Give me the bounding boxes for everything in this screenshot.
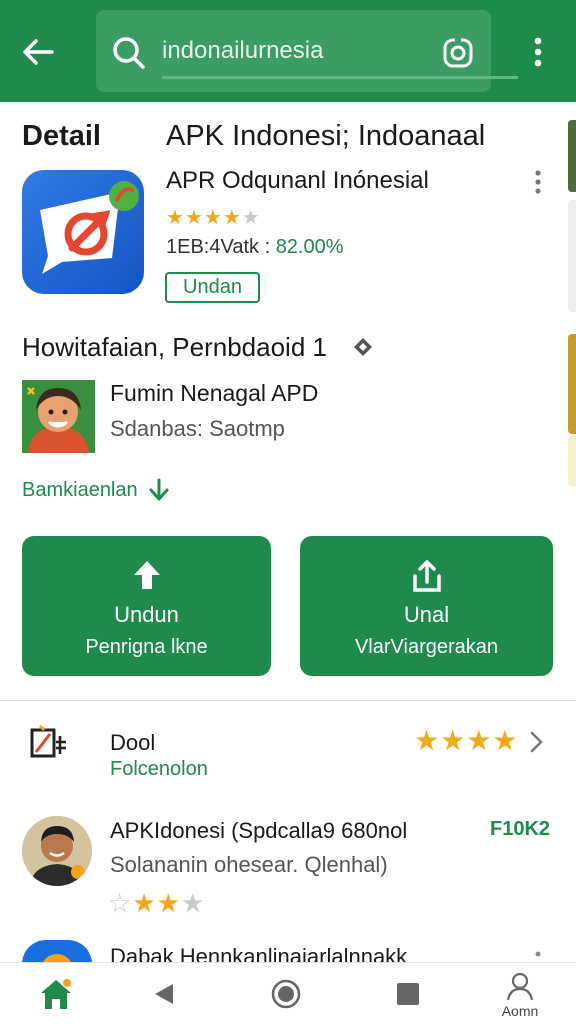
nav-back-button[interactable] xyxy=(128,963,200,1024)
star-icon: ★ xyxy=(166,207,185,229)
search-bar[interactable] xyxy=(96,10,518,92)
list-item-subtitle: Solananin ohesear. Qlenhal) xyxy=(110,852,388,877)
side-card-peek xyxy=(568,436,576,486)
list-item-rating-stars: ★★★★ xyxy=(414,724,518,757)
home-icon xyxy=(41,979,71,1009)
bottom-navigation-bar: Aomn xyxy=(0,962,576,1024)
home-circle-icon xyxy=(271,979,301,1009)
account-icon xyxy=(506,972,534,1001)
share-action-label: Unal xyxy=(403,602,450,627)
primary-action-label: Undun xyxy=(114,602,179,627)
star-icon: ★ xyxy=(440,725,467,756)
chevron-right-icon[interactable] xyxy=(528,730,544,754)
app-stats-value: 82.00% xyxy=(275,236,344,258)
star-icon: ★ xyxy=(222,207,242,229)
app-icon[interactable] xyxy=(22,170,144,294)
star-empty-icon: ★ xyxy=(180,888,206,918)
overflow-menu-button[interactable] xyxy=(522,30,554,74)
side-card-peek xyxy=(568,200,576,312)
star-icon: ★ xyxy=(156,888,181,918)
download-arrow-icon xyxy=(149,478,169,501)
star-icon: ★ xyxy=(184,207,204,229)
nav-home-circle-button[interactable] xyxy=(250,963,322,1024)
back-button[interactable] xyxy=(16,30,60,74)
share-action-button[interactable]: Unal VlarViargerakan xyxy=(300,536,553,676)
list-item-badge: F10K2 xyxy=(490,818,551,840)
tools-icon[interactable] xyxy=(26,722,80,766)
app-rating-stars: ★★★★★ xyxy=(166,205,261,230)
app-title: APK Indonesi; Indoanaal xyxy=(166,120,486,152)
star-icon: ★ xyxy=(466,725,493,756)
list-item-subtitle: Folcenolon xyxy=(110,758,208,780)
lens-icon[interactable] xyxy=(441,36,475,70)
back-triangle-icon xyxy=(155,984,173,1004)
nav-account-label: Aomn xyxy=(501,1003,539,1019)
list-item-title[interactable]: APKIdonesi (Spdcalla9 680nol xyxy=(110,818,407,844)
download-link-label: Bamkiaenlan xyxy=(22,478,138,501)
back-arrow-icon xyxy=(23,39,54,65)
user-avatar[interactable] xyxy=(22,816,92,886)
developer-avatar[interactable] xyxy=(22,380,95,453)
developer-subtitle: Sdanbas: Saotmp xyxy=(110,416,285,441)
download-link[interactable]: Bamkiaenlan xyxy=(22,478,170,502)
recents-square-icon xyxy=(397,983,419,1005)
top-app-bar xyxy=(0,0,576,102)
nav-recents-button[interactable] xyxy=(372,963,444,1024)
side-card-peek xyxy=(568,334,576,434)
search-icon xyxy=(113,37,145,69)
search-input[interactable] xyxy=(162,34,442,68)
side-card-peek xyxy=(568,120,576,192)
section-divider xyxy=(0,700,576,701)
more-vert-icon xyxy=(534,37,542,67)
primary-action-button[interactable]: Undun Penrigna lkne xyxy=(22,536,271,676)
share-action-sublabel: VlarViargerakan xyxy=(354,636,499,658)
upload-arrow-icon xyxy=(133,561,160,589)
primary-action-sublabel: Penrigna lkne xyxy=(85,636,208,658)
nav-home-button[interactable] xyxy=(20,963,92,1024)
app-stats-label: 1EB:4Vatk : xyxy=(166,236,276,258)
app-subtitle: APR Odqunanl Inónesial xyxy=(166,167,429,194)
person-avatar-icon xyxy=(22,816,92,886)
page-title: Detail xyxy=(22,120,101,152)
app-logo-icon xyxy=(40,181,139,274)
developer-name[interactable]: Fumin Nenagal APD xyxy=(110,380,318,407)
star-icon: ★ xyxy=(414,725,441,756)
list-item-title[interactable]: Dool xyxy=(110,730,155,756)
star-icon: ★ xyxy=(132,888,157,918)
app-stats: 1EB:4Vatk : 82.00% xyxy=(166,236,344,259)
share-icon xyxy=(412,560,441,592)
more-dot-icon[interactable] xyxy=(534,950,542,958)
search-underline xyxy=(162,76,518,79)
tag-icon xyxy=(354,338,372,356)
star-empty-icon: ☆ xyxy=(108,888,133,918)
nav-account-button[interactable]: Aomn xyxy=(484,963,556,1024)
star-icon: ★ xyxy=(203,207,223,229)
star-icon: ★ xyxy=(492,725,519,756)
section-title: Howitafaian, Pernbdaoid 1 xyxy=(22,332,327,362)
developer-avatar-icon xyxy=(22,380,95,453)
more-vert-icon[interactable] xyxy=(528,168,548,198)
list-item-rating-stars: ☆★★★ xyxy=(108,888,205,919)
star-empty-icon: ★ xyxy=(241,207,261,229)
install-chip-button[interactable]: Undan xyxy=(165,272,260,303)
